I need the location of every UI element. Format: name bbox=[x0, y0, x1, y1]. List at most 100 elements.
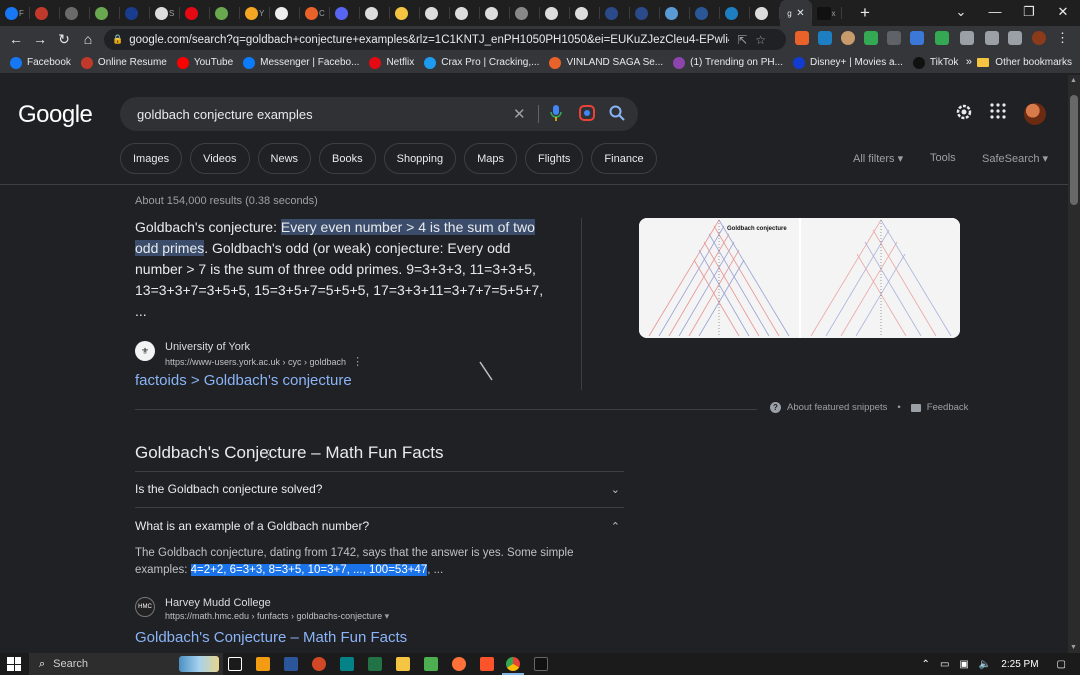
browser-tab[interactable]: C bbox=[300, 0, 330, 26]
minimize-button[interactable]: — bbox=[978, 0, 1012, 26]
snippet-images[interactable]: Goldbach conjecture bbox=[639, 218, 960, 338]
profile-avatar[interactable] bbox=[1032, 31, 1046, 45]
clock[interactable]: 2:25 PM bbox=[1001, 659, 1038, 670]
network-icon[interactable]: ▣ bbox=[959, 659, 968, 670]
app-icon[interactable] bbox=[424, 657, 438, 671]
scroll-down-icon[interactable]: ▼ bbox=[1070, 644, 1077, 651]
search-tab-flights[interactable]: Flights bbox=[525, 143, 584, 174]
lock-icon[interactable]: 🔒 bbox=[112, 34, 123, 45]
question-1[interactable]: Is the Goldbach conjecture solved? ⌄ bbox=[135, 477, 624, 501]
browser-tab[interactable] bbox=[480, 0, 510, 26]
lens-icon[interactable] bbox=[579, 105, 595, 125]
browser-tab[interactable] bbox=[420, 0, 450, 26]
paa-more-icon[interactable]: ⋮ bbox=[262, 447, 275, 463]
browser-tab[interactable] bbox=[540, 0, 570, 26]
tab-search-button[interactable]: ⌄ bbox=[944, 0, 978, 26]
excel-icon[interactable] bbox=[368, 657, 382, 671]
bookmark-item[interactable]: (1) Trending on PH... bbox=[673, 56, 783, 69]
goldbach-image-2[interactable] bbox=[801, 218, 960, 338]
share-icon[interactable]: ⇱ bbox=[737, 33, 747, 47]
task-view-icon[interactable] bbox=[228, 657, 242, 671]
apps-grid-icon[interactable] bbox=[990, 103, 1006, 124]
search-tab-news[interactable]: News bbox=[257, 143, 312, 174]
scroll-up-icon[interactable]: ▲ bbox=[1070, 77, 1077, 84]
search-tab-images[interactable]: Images bbox=[120, 143, 183, 174]
reload-icon[interactable]: ↻ bbox=[52, 31, 76, 48]
tools-button[interactable]: Tools bbox=[930, 152, 956, 164]
caret-down-icon[interactable]: ▾ bbox=[385, 611, 390, 621]
answer-source[interactable]: HMC Harvey Mudd College https://math.hmc… bbox=[135, 597, 389, 622]
browser-tab[interactable] bbox=[450, 0, 480, 26]
bookmark-item[interactable]: Crax Pro | Cracking,... bbox=[424, 56, 539, 69]
search-input[interactable] bbox=[135, 105, 495, 123]
browser-tab[interactable] bbox=[60, 0, 90, 26]
forward-icon[interactable]: → bbox=[28, 31, 52, 47]
bookmark-item[interactable]: Netflix bbox=[369, 56, 414, 69]
extension-icon[interactable] bbox=[818, 31, 832, 45]
extension-icon[interactable] bbox=[887, 31, 901, 45]
home-icon[interactable]: ⌂ bbox=[76, 31, 100, 47]
browser-tab[interactable] bbox=[750, 0, 780, 26]
search-tab-shopping[interactable]: Shopping bbox=[383, 143, 457, 174]
scrollbar-thumb[interactable] bbox=[1070, 95, 1078, 205]
extension-icon[interactable] bbox=[910, 31, 924, 45]
bookmarks-more-icon[interactable]: » bbox=[966, 56, 972, 68]
volume-icon[interactable]: 🔈 bbox=[979, 659, 991, 670]
search-tab-maps[interactable]: Maps bbox=[464, 143, 518, 174]
active-tab[interactable]: g ✕ bbox=[780, 0, 812, 26]
bookmark-star-icon[interactable]: ☆ bbox=[755, 33, 766, 47]
browser-tab[interactable]: S bbox=[150, 0, 180, 26]
bookmark-item[interactable]: Online Resume bbox=[80, 56, 167, 69]
address-bar[interactable]: 🔒 google.com/search?q=goldbach+conjectur… bbox=[104, 29, 786, 50]
browser-tab[interactable] bbox=[690, 0, 720, 26]
back-icon[interactable]: ← bbox=[4, 31, 28, 47]
word-icon[interactable] bbox=[284, 657, 298, 671]
account-avatar[interactable] bbox=[1024, 103, 1046, 125]
taskbar-search[interactable]: ⌕ Search bbox=[29, 653, 223, 675]
extension-icon[interactable] bbox=[795, 31, 809, 45]
clear-icon[interactable]: ✕ bbox=[513, 105, 526, 123]
other-bookmarks[interactable]: Other bookmarks bbox=[977, 57, 1072, 68]
new-tab-button[interactable]: + bbox=[852, 0, 878, 26]
powerpoint-icon[interactable] bbox=[312, 657, 326, 671]
bookmark-item[interactable]: TikTok bbox=[912, 56, 958, 69]
mic-icon[interactable] bbox=[550, 105, 562, 125]
browser-tab[interactable] bbox=[360, 0, 390, 26]
close-tab-icon[interactable]: ✕ bbox=[796, 8, 804, 19]
browser-tab[interactable] bbox=[210, 0, 240, 26]
firefox-icon[interactable] bbox=[452, 657, 466, 671]
bookmark-item[interactable]: VINLAND SAGA Se... bbox=[549, 56, 663, 69]
notification-icon[interactable]: ▢ bbox=[1057, 659, 1066, 670]
url-text[interactable]: google.com/search?q=goldbach+conjecture+… bbox=[129, 34, 729, 46]
more-options-icon[interactable]: ⋮ bbox=[352, 356, 363, 368]
search-tab-videos[interactable]: Videos bbox=[190, 143, 250, 174]
settings-gear-icon[interactable] bbox=[955, 103, 973, 126]
side-panel-icon[interactable] bbox=[1008, 31, 1022, 45]
browser-tab[interactable] bbox=[510, 0, 540, 26]
puzzle-icon[interactable] bbox=[960, 31, 974, 45]
search-icon[interactable] bbox=[609, 105, 625, 125]
browser-tab[interactable] bbox=[660, 0, 690, 26]
bookmark-item[interactable]: Disney+ | Movies a... bbox=[792, 56, 903, 69]
file-explorer-icon[interactable] bbox=[396, 657, 410, 671]
extension-icon[interactable] bbox=[935, 31, 949, 45]
restore-button[interactable]: ❐ bbox=[1012, 0, 1046, 26]
menu-icon[interactable]: ⋮ bbox=[1056, 30, 1069, 46]
browser-tab[interactable]: Y bbox=[240, 0, 270, 26]
google-logo[interactable]: Google bbox=[18, 101, 93, 129]
safesearch-button[interactable]: SafeSearch ▾ bbox=[982, 152, 1048, 165]
result-link[interactable]: factoids > Goldbach's conjecture bbox=[135, 372, 352, 389]
browser-tab[interactable]: F bbox=[0, 0, 30, 26]
tray-chevron-icon[interactable]: ⌃ bbox=[922, 659, 930, 670]
terminal-icon[interactable] bbox=[534, 657, 548, 671]
goldbach-image-1[interactable]: Goldbach conjecture bbox=[639, 218, 799, 338]
reading-list-icon[interactable] bbox=[985, 31, 999, 45]
browser-tab[interactable] bbox=[90, 0, 120, 26]
browser-tab[interactable] bbox=[600, 0, 630, 26]
browser-tab[interactable] bbox=[390, 0, 420, 26]
search-tab-finance[interactable]: Finance bbox=[591, 143, 657, 174]
browser-tab[interactable] bbox=[330, 0, 360, 26]
browser-tab[interactable] bbox=[30, 0, 60, 26]
publisher-icon[interactable] bbox=[340, 657, 354, 671]
bookmark-item[interactable]: Messenger | Facebo... bbox=[243, 56, 359, 69]
